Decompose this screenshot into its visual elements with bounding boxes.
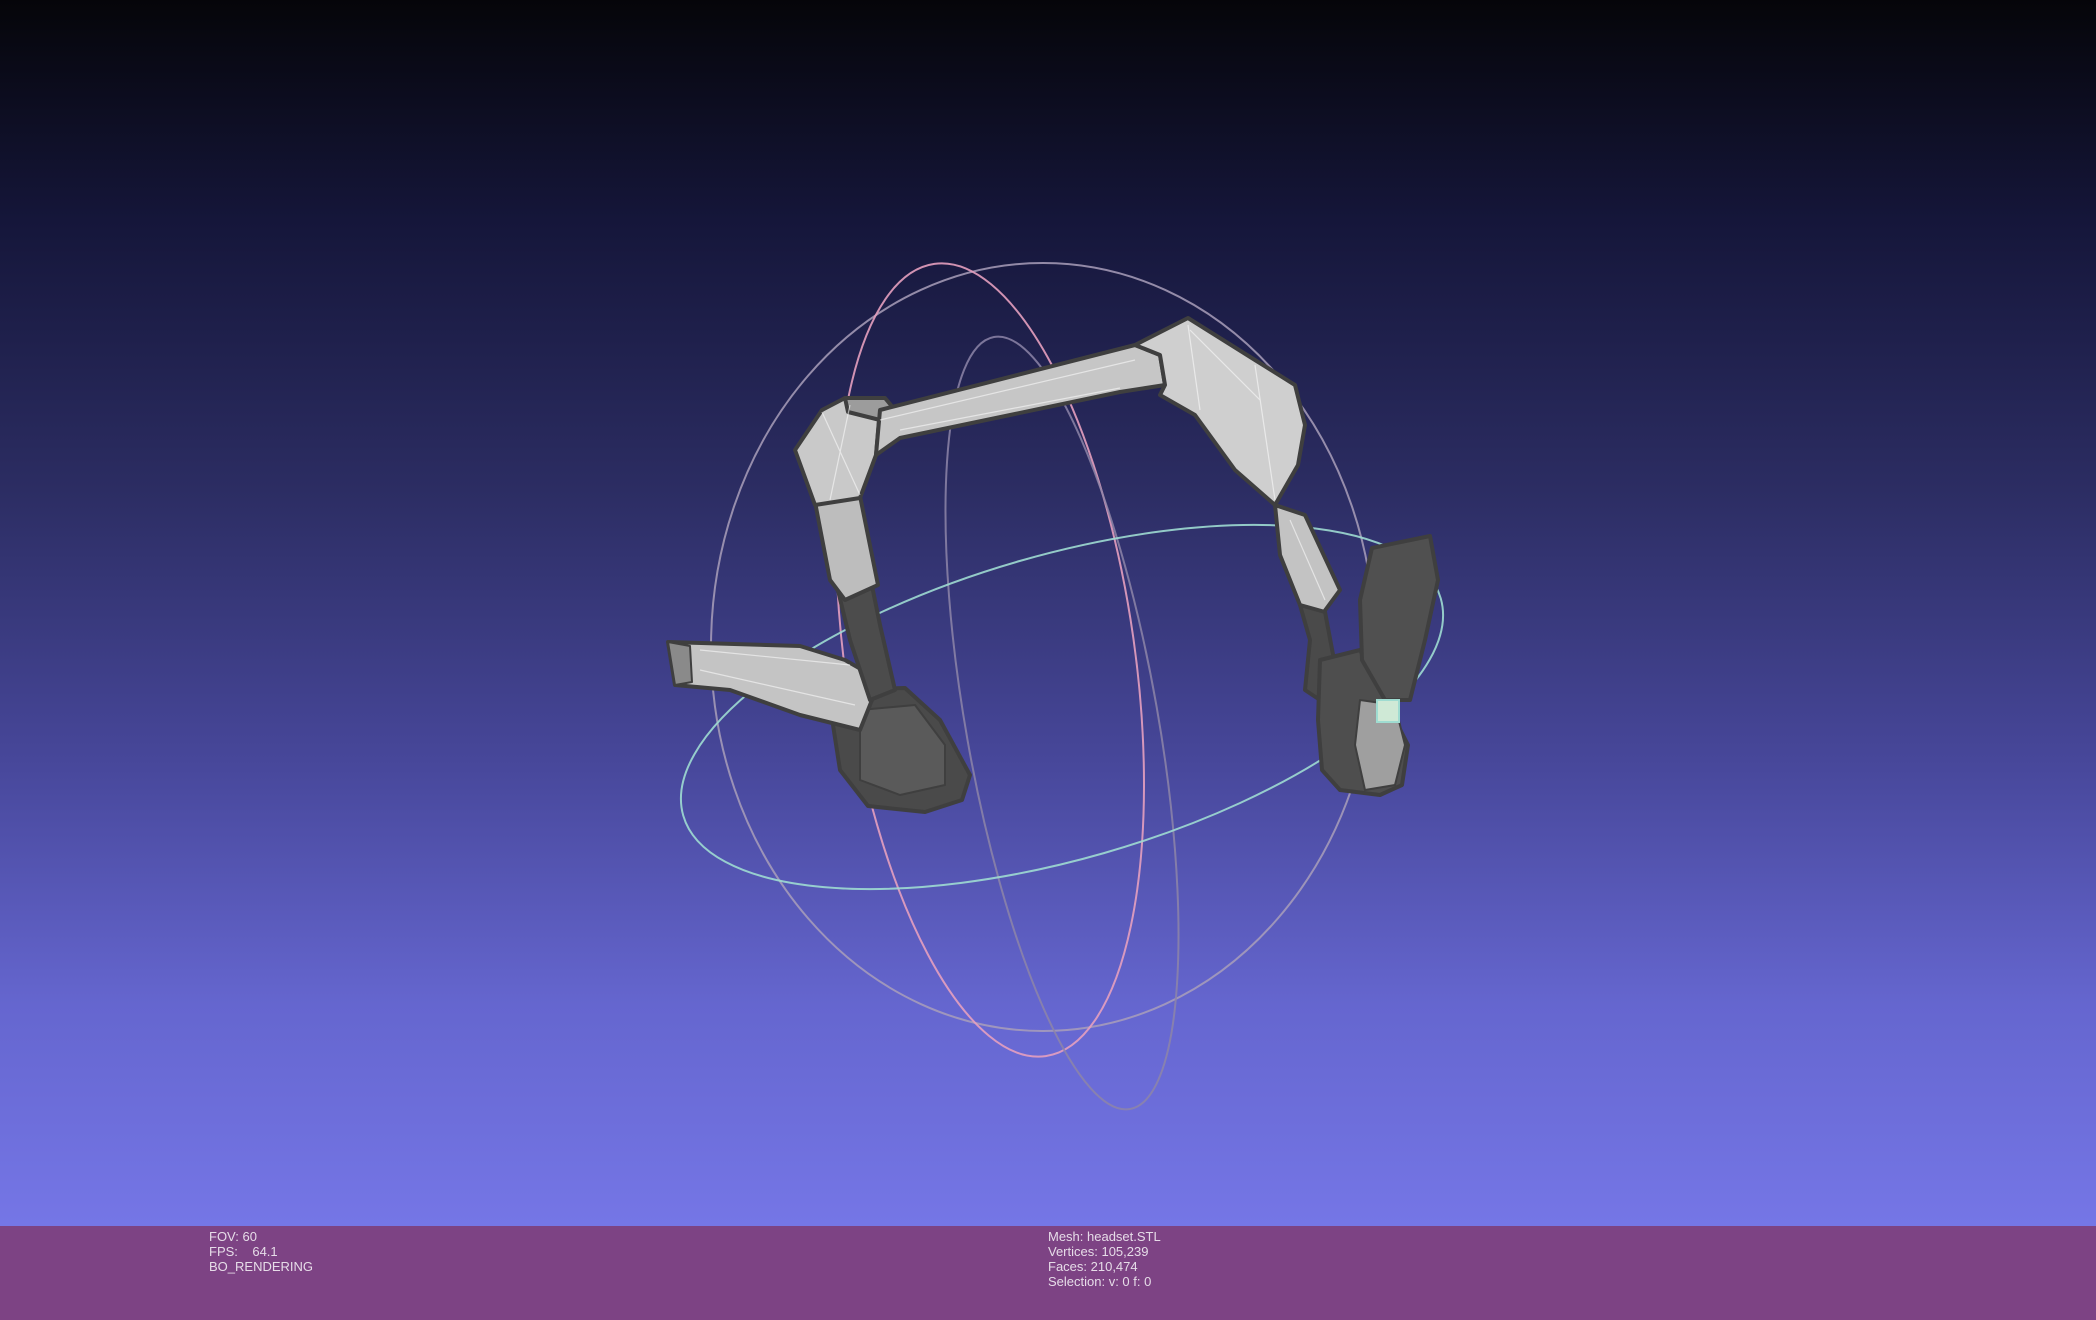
headband-top-right[interactable] [1133,316,1307,507]
faces-readout: Faces: 210,474 [1048,1259,1138,1274]
3d-viewport[interactable] [0,0,2096,1226]
fps-readout: FPS: 64.1 [209,1244,278,1259]
render-info: FOV: 60 FPS: 64.1 BO_RENDERING [209,1229,313,1274]
microphone-boom-end [667,641,693,686]
headband-left-segment[interactable] [874,343,1167,457]
right-mic-piece[interactable] [1358,534,1440,702]
info-bar: FOV: 60 FPS: 64.1 BO_RENDERING Mesh: hea… [0,1226,2096,1320]
fov-readout: FOV: 60 [209,1229,257,1244]
selection-readout: Selection: v: 0 f: 0 [1048,1274,1152,1289]
selection-handle[interactable] [1376,699,1400,723]
headset-mesh[interactable] [666,316,1440,814]
microphone-boom[interactable] [666,640,882,732]
left-lower-arm[interactable] [813,494,880,602]
trackball-meridian-ring[interactable] [899,320,1224,1125]
right-lower-arm[interactable] [1273,503,1342,622]
mesh-name-readout: Mesh: headset.STL [1048,1229,1161,1244]
mesh-info: Mesh: headset.STL Vertices: 105,239 Face… [1048,1229,1161,1289]
render-mode-readout: BO_RENDERING [209,1259,314,1274]
viewport-canvas[interactable] [0,0,2096,1226]
vertices-readout: Vertices: 105,239 [1048,1244,1149,1259]
